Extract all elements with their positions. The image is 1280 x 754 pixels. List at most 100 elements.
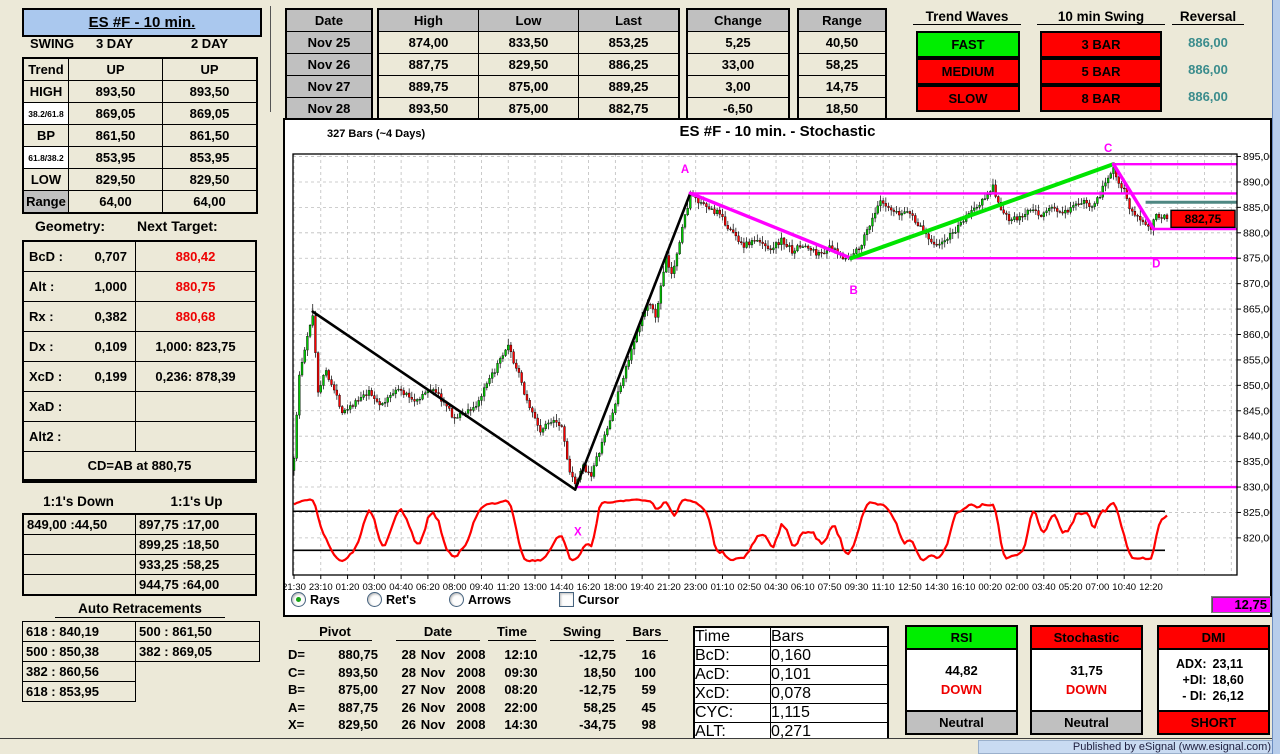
ratio-up-cell: 933,25 :58,25 [136,555,255,574]
arrows-radio[interactable]: Arrows [449,592,511,607]
high-header: High [379,10,478,31]
pivot-cell: 27 [401,682,416,697]
range-cell: 14,75 [799,76,885,97]
svg-text:13:00: 13:00 [523,582,547,593]
swing-cell-3day: 861,50 [69,125,162,146]
geometry-target-cell: 880,68 [136,302,255,331]
swing-bars-title: 10 min Swing [1037,9,1165,25]
cursor-checkbox[interactable]: Cursor [559,592,619,607]
swing-row-label: Trend [24,59,68,80]
pivot-cell: 887,75 [338,699,378,715]
svg-text:890,00: 890,00 [1243,176,1270,188]
svg-text:835,00: 835,00 [1243,456,1270,468]
time-bars-value: 0,160 [771,647,887,665]
ratio-down-cell: 849,00 :44,50 [24,515,135,534]
swing-cell-2day: 64,00 [163,191,256,212]
range-cell: 18,50 [799,98,885,119]
change-table: Change 5,25 33,00 3,00 -6,50 [686,8,790,121]
last-cell: 886,25 [579,54,678,75]
swing-cell-2day: 893,50 [163,81,256,102]
stochastic-body: 31,75 DOWN [1032,650,1141,710]
time-bars-value: 0,101 [771,666,887,684]
geometry-ratio-cell: XaD : [24,392,135,421]
change-cell: -6,50 [688,98,788,119]
col-3day: 3 DAY [95,36,134,51]
auto-retracements-left: 618 : 840,19 500 : 850,38 382 : 860,56 618 … [22,621,136,702]
swing-row-label: Range [24,191,68,212]
mdi-label: - DI: [1182,689,1207,703]
pivot-cell: 28 [401,664,416,680]
chart-panel: ES #F - 10 min. - Stochastic 327 Bars (~… [283,118,1272,617]
ratio-down-cell [24,555,135,574]
swing-cell-2day: 861,50 [163,125,256,146]
pivot-cell: 59 [641,682,656,697]
rets-radio[interactable]: Ret's [367,592,416,607]
rsi-footer: Neutral [907,710,1016,733]
radio-icon[interactable] [367,592,382,607]
swing-bar-box: 3 BAR [1040,31,1162,58]
col-2day: 2 DAY [190,36,229,51]
svg-text:19:40: 19:40 [630,582,654,593]
swing-cell-3day: 893,50 [69,81,162,102]
window-edge [1272,0,1280,754]
chart-canvas[interactable]: A B C D X 895,00 890,00 885,00 880,00 875,00 870,0… [285,120,1270,615]
radio-icon[interactable] [291,592,306,607]
geometry-target-cell: 880,42 [136,242,255,271]
pivot-cell: 45 [641,699,656,715]
swing-cell-3day: 64,00 [69,191,162,212]
time-bars-label: AcD: [695,666,770,684]
swing-bar-box: 5 BAR [1040,58,1162,85]
change-cell: 5,25 [688,32,788,53]
date-table: Date Nov 25 Nov 26 Nov 27 Nov 28 [285,8,373,121]
geometry-ratio-cell: Rx :0,382 [24,302,135,331]
time-bars-label: XcD: [695,685,770,703]
swing-cell-3day: 829,50 [69,169,162,190]
swing-row-label: 38.2/61.8 [24,103,68,124]
pivot-rows: D= 880,75 28 Nov 2008 12:10 -12,75 16 C= 893,50 28… [288,646,656,734]
pivot-cell: A= [288,699,305,715]
dmi-footer: SHORT [1159,710,1268,733]
trend-wave-medium: MEDIUM [916,58,1020,85]
trend-wave-fast: FAST [916,31,1020,58]
geometry-table: BcD :0,707 880,42 Alt :1,000 880,75 Rx :0,38… [22,240,257,483]
auto-retracements-right: 500 : 861,50 382 : 869,05 [135,621,260,662]
stochastic-value-box: 12,75 [1211,596,1271,613]
geometry-target-cell [136,392,255,421]
auto-retracements-title: Auto Retracements [55,601,225,618]
low-cell: 829,50 [479,54,578,75]
swing-cell-3day: 853,95 [69,147,162,168]
last-cell: 889,25 [579,76,678,97]
pivot-cell: 09:30 [504,664,538,680]
svg-text:X: X [574,526,582,538]
pivot-cell: -12,75 [579,647,616,662]
svg-text:A: A [681,164,689,176]
swing-cell-2day: 853,95 [163,147,256,168]
geometry-ratio-cell: XcD :0,199 [24,362,135,391]
pivot-cell: 2008 [456,717,486,732]
rays-radio[interactable]: Rays [291,592,340,607]
time-header: Time [488,624,536,641]
checkbox-icon[interactable] [559,592,574,607]
swing-cell-3day: UP [69,59,162,80]
svg-text:850,00: 850,00 [1243,380,1270,392]
svg-text:840,00: 840,00 [1243,431,1270,443]
trend-waves-title: Trend Waves [913,9,1021,25]
geometry-target-cell: 0,236: 878,39 [136,362,255,391]
date-header: Date [396,624,480,641]
pivot-cell: 2008 [456,699,486,715]
svg-text:830,00: 830,00 [1243,482,1270,494]
pivot-cell: C= [288,664,305,680]
pivot-cell: 880,75 [338,647,378,662]
pivot-cell: 08:20 [504,682,538,697]
pivot-cell: 16 [641,647,656,662]
range-table: Range 40,50 58,25 14,75 18,50 [797,8,887,121]
low-cell: 875,00 [479,76,578,97]
pivot-cell: 893,50 [338,664,378,680]
high-cell: 874,00 [379,32,478,53]
pivot-cell: Nov [420,717,446,732]
radio-icon[interactable] [449,592,464,607]
status-bar: Published by eSignal (www.esignal.com) [0,738,1280,754]
svg-text:03:40: 03:40 [1032,582,1056,593]
pivot-cell: D= [288,647,305,662]
bars-header: Bars [626,624,668,641]
